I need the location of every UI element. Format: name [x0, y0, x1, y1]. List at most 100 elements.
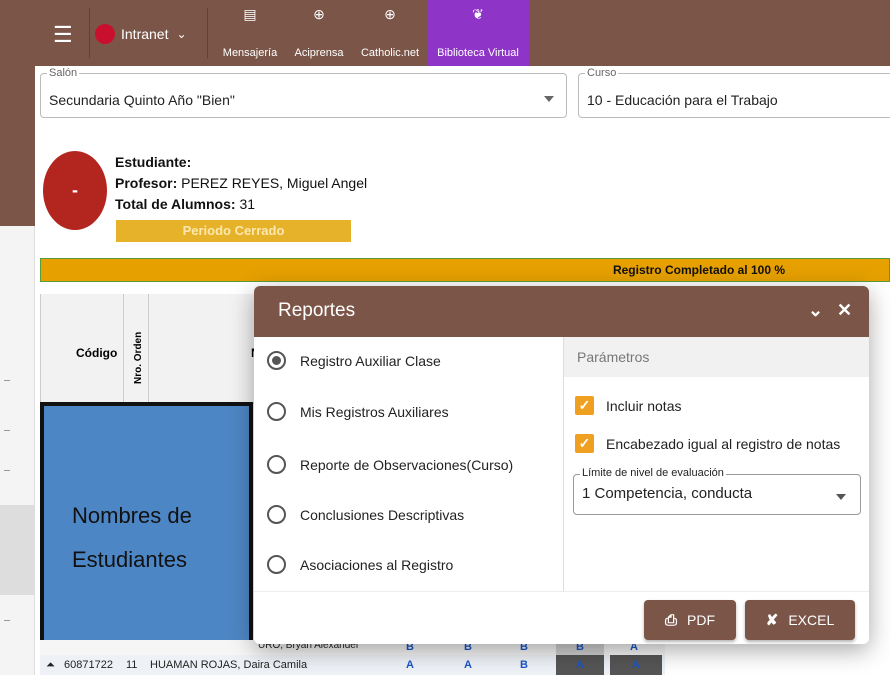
option-label: Reporte de Observaciones(Curso) — [300, 456, 514, 473]
radio-icon[interactable] — [267, 351, 286, 370]
grade-cell[interactable]: A — [444, 655, 492, 675]
radio-icon[interactable] — [267, 505, 286, 524]
grade-cell[interactable]: A — [556, 655, 604, 675]
pdf-button[interactable]: ⎙ PDF — [644, 600, 736, 640]
excel-icon: ✘ — [765, 612, 779, 629]
excel-button-label: EXCEL — [788, 612, 835, 628]
profesor-label: Profesor: — [115, 175, 178, 191]
left-strip-tick — [4, 380, 10, 381]
library-icon: ❦ — [472, 6, 484, 22]
report-options: Registro Auxiliar Clase Mis Registros Au… — [254, 337, 563, 591]
collapse-chevron-icon[interactable]: ⌄ — [808, 300, 823, 321]
column-divider — [148, 294, 149, 404]
nav-biblioteca-virtual[interactable]: ❦ Biblioteca Virtual — [427, 0, 529, 66]
profesor-value: PEREZ REYES, Miguel Angel — [181, 175, 368, 191]
student-names-overlay: Nombres de Estudiantes — [40, 402, 253, 656]
left-sidebar-strip — [0, 0, 35, 675]
nav-label: Biblioteca Virtual — [437, 47, 519, 59]
row-expand-icon[interactable]: ⏶ — [46, 659, 55, 672]
nav-label: Mensajería — [222, 47, 278, 59]
left-strip-highlight — [0, 505, 35, 595]
radio-icon[interactable] — [267, 402, 286, 421]
reportes-modal: Reportes ⌄ ✕ Registro Auxiliar Clase Mis… — [254, 286, 869, 644]
option-mis-registros-auxiliares[interactable]: Mis Registros Auxiliares — [267, 402, 449, 421]
checkbox-label: Encabezado igual al registro de notas — [606, 435, 841, 452]
parameters-panel: Parámetros ✓ Incluir notas ✓ Encabezado … — [564, 337, 869, 591]
left-strip-tick — [4, 470, 10, 471]
grade-cell[interactable]: A — [610, 655, 662, 675]
dropdown-arrow-icon — [544, 96, 554, 102]
progress-bar: Registro Completado al 100 % — [40, 258, 890, 282]
table-row[interactable]: ⏶ 60871722 11 HUAMAN ROJAS, Daira Camila… — [40, 655, 665, 675]
grade-cell[interactable]: B — [500, 655, 548, 675]
nav-catholic[interactable]: ⊕ Catholic.net — [353, 0, 427, 66]
option-registro-auxiliar-clase[interactable]: Registro Auxiliar Clase — [267, 351, 441, 370]
table-header: Código Nro. Orden N — [41, 294, 260, 404]
column-header-nro-orden[interactable]: Nro. Orden — [133, 332, 144, 384]
modal-title: Reportes — [278, 300, 356, 321]
pdf-button-label: PDF — [687, 612, 715, 628]
hamburger-menu-icon[interactable]: ☰ — [53, 22, 73, 48]
globe-icon: ⊕ — [384, 6, 396, 22]
nav-separator — [207, 8, 208, 58]
option-label: Asociaciones al Registro — [300, 556, 454, 573]
option-label: Registro Auxiliar Clase — [300, 352, 441, 369]
dropdown-arrow-icon — [836, 494, 846, 500]
column-divider — [123, 294, 124, 404]
chevron-down-icon: ⌄ — [176, 27, 187, 41]
option-reporte-observaciones[interactable]: Reporte de Observaciones(Curso) — [267, 455, 513, 474]
radio-icon[interactable] — [267, 555, 286, 574]
salon-value: Secundaria Quinto Año "Bien" — [49, 92, 235, 108]
nivel-evaluacion-select[interactable]: Límite de nivel de evaluación 1 Competen… — [573, 467, 861, 515]
student-code: 60871722 — [64, 659, 113, 671]
modal-header: Reportes ⌄ ✕ — [254, 286, 869, 337]
option-conclusiones-descriptivas[interactable]: Conclusiones Descriptivas — [267, 505, 464, 524]
left-strip-header — [0, 0, 35, 226]
option-label: Conclusiones Descriptivas — [300, 506, 465, 523]
nav-aciprensa[interactable]: ⊕ Aciprensa — [285, 0, 353, 66]
grade-cell[interactable]: A — [386, 655, 434, 675]
salon-label: Salón — [47, 67, 80, 79]
option-label: Mis Registros Auxiliares — [300, 403, 449, 420]
encabezado-checkbox[interactable]: ✓ Encabezado igual al registro de notas — [575, 434, 840, 453]
intranet-dropdown[interactable]: Intranet ⌄ — [95, 24, 187, 44]
periodo-status-badge: Periodo Cerrado — [116, 220, 351, 242]
left-strip-tick — [4, 430, 10, 431]
total-value: 31 — [239, 196, 256, 212]
intranet-label: Intranet — [121, 26, 169, 42]
curso-label: Curso — [585, 67, 619, 79]
overlay-text: Nombres de Estudiantes — [72, 494, 192, 582]
overlay-line: Nombres de — [72, 503, 192, 528]
select-label: Límite de nivel de evaluación — [580, 467, 726, 480]
intranet-logo-icon — [95, 24, 115, 44]
student-order: 11 — [126, 659, 138, 671]
radio-icon[interactable] — [267, 455, 286, 474]
checkbox-checked-icon[interactable]: ✓ — [575, 396, 594, 415]
message-icon: ▤ — [243, 6, 257, 22]
student-name: HUAMAN ROJAS, Daira Camila — [150, 659, 308, 671]
option-asociaciones-registro[interactable]: Asociaciones al Registro — [267, 555, 453, 574]
checkbox-checked-icon[interactable]: ✓ — [575, 434, 594, 453]
excel-button[interactable]: ✘ EXCEL — [745, 600, 855, 640]
modal-footer: ⎙ PDF ✘ EXCEL — [254, 591, 869, 644]
curso-select[interactable]: Curso 10 - Educación para el Trabajo — [578, 67, 890, 118]
estudiante-label: Estudiante: — [115, 154, 192, 170]
checkbox-label: Incluir notas — [606, 397, 682, 414]
parameters-title: Parámetros — [564, 337, 869, 377]
salon-select[interactable]: Salón Secundaria Quinto Año "Bien" — [40, 67, 567, 118]
left-strip-tick — [4, 620, 10, 621]
pdf-icon: ⎙ — [664, 611, 677, 629]
column-header-codigo[interactable]: Código — [76, 346, 117, 360]
overlay-line: Estudiantes — [72, 547, 187, 572]
course-info-panel: - Estudiante: Profesor: PEREZ REYES, Mig… — [35, 140, 890, 258]
nav-label: Aciprensa — [294, 47, 344, 59]
total-label: Total de Alumnos: — [115, 196, 236, 212]
nav-separator — [89, 8, 90, 58]
nav-label: Catholic.net — [360, 47, 420, 59]
avatar: - — [43, 151, 107, 230]
nav-mensajeria[interactable]: ▤ Mensajería — [215, 0, 285, 66]
incluir-notas-checkbox[interactable]: ✓ Incluir notas — [575, 396, 681, 415]
globe-icon: ⊕ — [313, 6, 325, 22]
close-icon[interactable]: ✕ — [837, 300, 852, 321]
course-info-text: Estudiante: Profesor: PEREZ REYES, Migue… — [115, 152, 367, 215]
